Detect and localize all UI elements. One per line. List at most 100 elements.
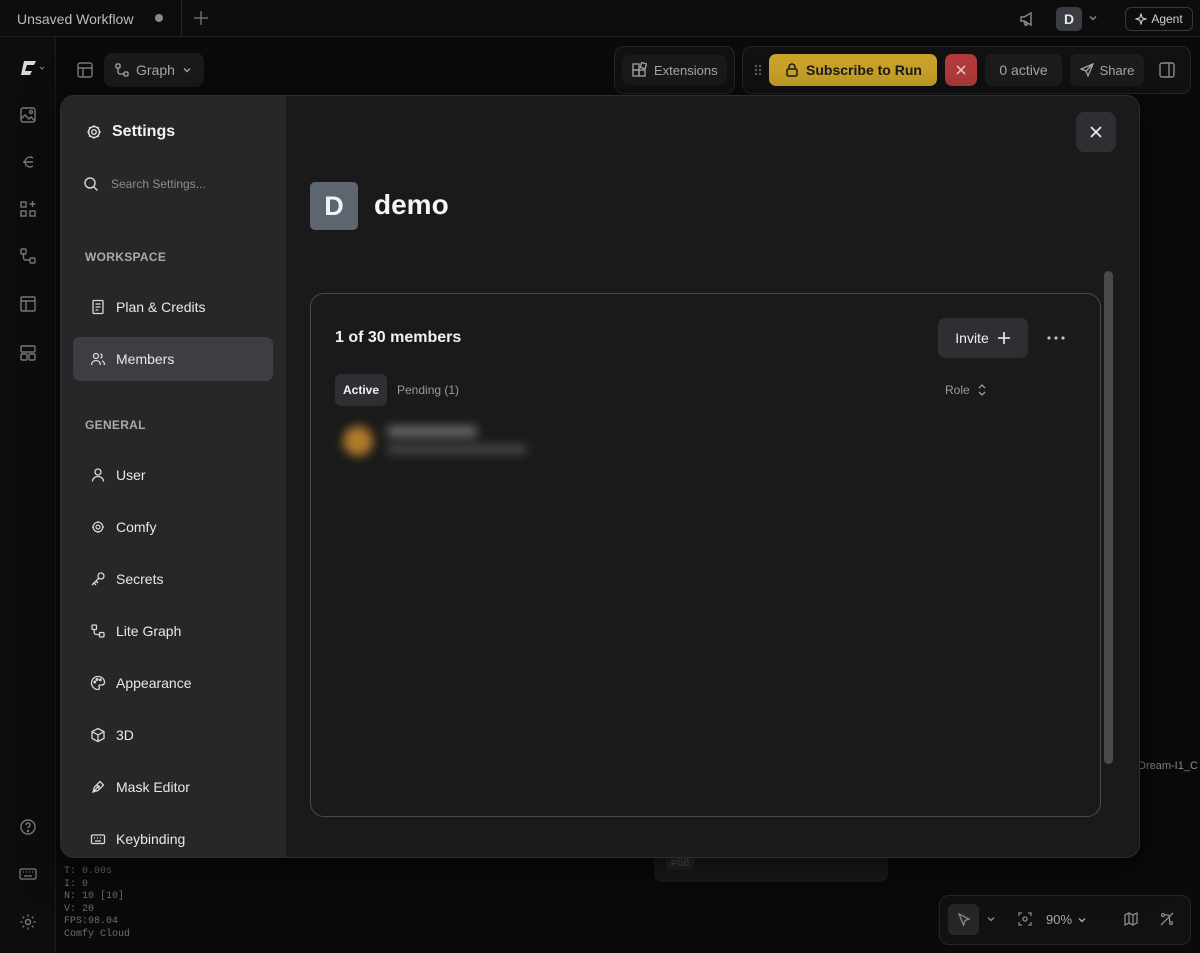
share-button[interactable]: Share <box>1070 54 1144 86</box>
left-rail <box>0 37 56 953</box>
cube-icon <box>89 726 107 744</box>
sidebar-item-label: Lite Graph <box>116 623 182 639</box>
close-icon <box>955 64 967 76</box>
lock-icon <box>784 62 800 78</box>
plus-icon[interactable] <box>191 8 211 28</box>
settings-search <box>83 176 273 192</box>
sidebar-item-3d[interactable]: 3D <box>73 713 273 757</box>
fit-view-icon[interactable] <box>1015 909 1035 929</box>
palette-icon <box>89 674 107 692</box>
sidebar-item-user[interactable]: User <box>73 453 273 497</box>
sidebar-item-secrets[interactable]: Secrets <box>73 557 273 601</box>
stat-line: T: 0.00s <box>64 866 113 877</box>
section-label-workspace: WORKSPACE <box>85 250 167 264</box>
user-avatar[interactable]: D <box>1056 7 1082 31</box>
comfy-logo-icon[interactable] <box>17 57 47 79</box>
layout-list-icon[interactable] <box>17 342 39 364</box>
sidebar-item-appearance[interactable]: Appearance <box>73 661 273 705</box>
tab-active[interactable]: Active <box>335 374 387 406</box>
close-button[interactable] <box>1076 112 1116 152</box>
keyboard-icon[interactable] <box>17 863 39 885</box>
settings-search-input[interactable] <box>111 177 261 191</box>
settings-title-text: Settings <box>112 123 176 140</box>
sidebar-item-label: Secrets <box>116 571 164 587</box>
workspace-avatar: D <box>310 182 358 230</box>
workflow-tab[interactable]: Unsaved Workflow <box>0 0 182 37</box>
template-icon[interactable] <box>17 293 39 315</box>
chevron-down-icon[interactable] <box>1086 11 1100 25</box>
tab-pending[interactable]: Pending (1) <box>397 374 459 406</box>
canvas-node-label: Dream-I1_C <box>1138 760 1198 772</box>
stat-line: N: 10 [10] <box>64 891 125 902</box>
subscribe-label: Subscribe to Run <box>806 62 922 78</box>
right-panel-icon[interactable] <box>1153 56 1181 84</box>
invite-label: Invite <box>955 330 989 346</box>
more-options-icon[interactable] <box>1045 328 1067 348</box>
settings-sidebar: Settings WORKSPACE Plan & Credits Member… <box>61 96 286 857</box>
stat-line: Comfy Cloud <box>64 928 131 940</box>
workflow-tab-title: Unsaved Workflow <box>17 10 134 27</box>
stop-button[interactable] <box>945 54 977 86</box>
sidebar-item-label: User <box>116 467 146 483</box>
sidebar-item-label: Keybinding <box>116 831 186 847</box>
node-id-badge: #68 <box>666 856 695 870</box>
megaphone-icon[interactable] <box>1017 9 1037 29</box>
sidebar-item-members[interactable]: Members <box>73 337 273 381</box>
hide-links-icon[interactable] <box>1157 909 1177 929</box>
sidebar-item-label: Members <box>116 351 175 367</box>
extensions-button[interactable]: Extensions <box>622 55 727 85</box>
zoom-label: 90% <box>1046 912 1073 927</box>
role-sort-button[interactable]: Role <box>945 374 987 406</box>
scrollbar[interactable] <box>1104 271 1113 764</box>
canvas-stats: T: 0.00s I: 0 N: 10 [10] V: 20 FPS:98.04… <box>64 866 130 941</box>
chevron-down-icon[interactable] <box>984 912 998 926</box>
extensions-label: Extensions <box>654 62 718 78</box>
member-row[interactable] <box>335 418 535 468</box>
gear-icon[interactable] <box>17 911 39 933</box>
pointer-icon[interactable] <box>948 904 979 935</box>
subscribe-to-run-button[interactable]: Subscribe to Run <box>769 54 937 86</box>
sidebar-item-lite-graph[interactable]: Lite Graph <box>73 609 273 653</box>
sparkle-icon <box>1135 13 1148 25</box>
graph-icon <box>114 62 130 78</box>
sidebar-item-label: Mask Editor <box>116 779 190 795</box>
key-icon <box>89 570 107 588</box>
gear-icon <box>85 123 103 141</box>
image-icon[interactable] <box>17 104 39 126</box>
sidebar-toggle-icon[interactable] <box>75 60 95 80</box>
apps-sparkle-icon[interactable] <box>17 198 39 220</box>
sidebar-item-label: Comfy <box>116 519 157 535</box>
sidebar-item-label: 3D <box>116 727 134 743</box>
settings-title: Settings <box>85 123 175 141</box>
drag-handle-icon[interactable] <box>752 60 764 80</box>
members-card: 1 of 30 members Invite Active Pending (1… <box>310 293 1101 817</box>
invite-button[interactable]: Invite <box>938 318 1028 358</box>
graph-mode-button[interactable]: Graph <box>104 53 204 87</box>
help-icon[interactable] <box>17 816 39 838</box>
close-icon <box>1088 124 1104 140</box>
settings-content: D demo 1 of 30 members Invite Active Pen… <box>286 96 1139 857</box>
share-label: Share <box>1099 62 1135 78</box>
graph-icon <box>89 622 107 640</box>
settings-dialog: Settings WORKSPACE Plan & Credits Member… <box>60 95 1140 858</box>
role-label: Role <box>945 383 970 397</box>
keyboard-icon <box>89 830 107 848</box>
stat-line: V: 20 <box>64 903 95 915</box>
workflow-icon[interactable] <box>17 245 39 267</box>
sidebar-item-label: Appearance <box>116 675 192 691</box>
minimap-icon[interactable] <box>1121 909 1141 929</box>
user-icon <box>89 466 107 484</box>
users-icon <box>89 350 107 368</box>
sidebar-item-mask-editor[interactable]: Mask Editor <box>73 765 273 809</box>
sidebar-item-comfy[interactable]: Comfy <box>73 505 273 549</box>
members-count: 1 of 30 members <box>335 329 462 346</box>
active-queue-button[interactable]: 0 active <box>985 54 1062 86</box>
send-icon <box>1079 63 1094 77</box>
workspace-name: demo <box>374 189 449 220</box>
zoom-dropdown[interactable]: 90% <box>1046 904 1102 935</box>
stat-line: I: 0 <box>64 878 89 890</box>
sidebar-item-keybinding[interactable]: Keybinding <box>73 817 273 857</box>
node-library-icon[interactable] <box>17 151 39 173</box>
sidebar-item-plan-credits[interactable]: Plan & Credits <box>73 285 273 329</box>
agent-button[interactable]: Agent <box>1125 7 1193 31</box>
